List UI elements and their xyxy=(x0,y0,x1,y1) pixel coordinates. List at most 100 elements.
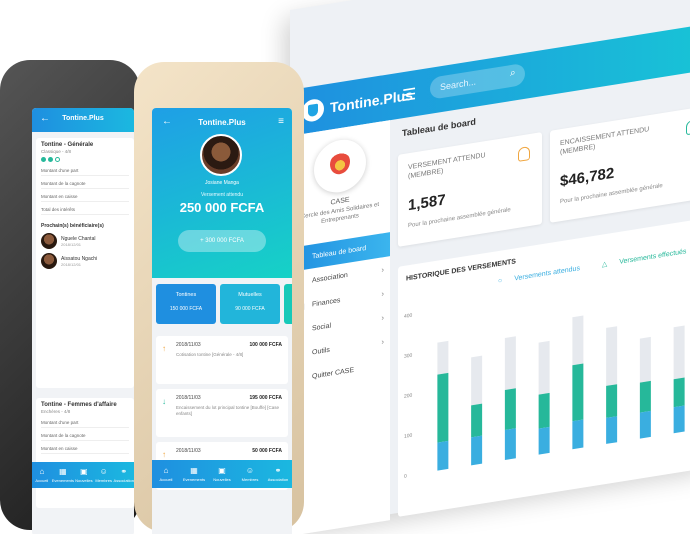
tontine-row: Montant de la cagnote xyxy=(41,181,129,189)
chevron-right-icon: › xyxy=(381,312,384,323)
tab-nouvelles[interactable]: ▣ Nouvelles xyxy=(74,462,94,488)
card-value: $46,782 xyxy=(560,164,615,191)
triangle-icon: △ xyxy=(601,260,608,269)
bar-versements-effectues[interactable] xyxy=(572,363,584,422)
tab-accueil[interactable]: ⌂ Accueil xyxy=(32,462,52,488)
summary-tiles: Tontines 150 000 FCFA Mutuelles 90 000 FCFA xyxy=(156,284,292,328)
bar-versements-attendus[interactable] xyxy=(504,428,516,460)
bar-versements-effectues[interactable] xyxy=(673,377,685,408)
bar-total[interactable] xyxy=(639,336,651,383)
bar-versements-attendus[interactable] xyxy=(606,416,618,444)
sidebar-menu: ⌂Tableau de board⚭Association›▤Finances›… xyxy=(290,232,390,392)
beneficiary-1[interactable]: Nguele Chantal 2018/12/01 xyxy=(41,233,129,249)
bar-total[interactable] xyxy=(437,340,449,375)
brand-name: Tontine.Plus xyxy=(330,86,413,116)
beneficiary-name: Nguele Chantal xyxy=(61,235,96,242)
card-versement-attendu: Versement attendu (membre) 1,587 Pour la… xyxy=(398,132,542,247)
bar-total[interactable] xyxy=(673,325,685,380)
sidebar: CASE Cercle des Amis Solidaires et Entre… xyxy=(290,120,390,534)
group-icon: ⚭ xyxy=(120,466,128,476)
arrow-up-icon: ↑ xyxy=(162,344,166,353)
arrow-down-icon: ↓ xyxy=(162,397,166,406)
tontine-card-generale[interactable]: Tontine - Générale Classique - 4/8 Monta… xyxy=(36,138,134,388)
transaction-amount: 100 000 FCFA xyxy=(249,342,282,348)
calendar-icon: ▦ xyxy=(190,465,198,475)
summary-tile[interactable]: Tontines 150 000 FCFA xyxy=(156,284,216,324)
tontine-row: Montant en caisse xyxy=(41,446,129,454)
tontine-subtitle: Classique - 4/8 xyxy=(41,149,72,154)
user-icon: ☺ xyxy=(245,465,255,475)
phone2-title: Tontine.Plus xyxy=(198,118,246,127)
tab-evenements[interactable]: ▦ Evenements xyxy=(180,460,208,488)
user-icon xyxy=(686,119,690,136)
bar-versements-attendus[interactable] xyxy=(538,426,550,455)
transaction-item[interactable]: ↓ 2018/11/03 195 000 FCFA Encaissement du l… xyxy=(156,389,288,437)
tab-association[interactable]: ⚭ Association xyxy=(114,462,134,488)
bar-versements-effectues[interactable] xyxy=(639,380,651,413)
transaction-item[interactable]: ↑ 2018/11/03 100 000 FCFA Cotisation tontin… xyxy=(156,336,288,384)
tab-membres[interactable]: ☺ Membres xyxy=(236,460,264,488)
desktop-dashboard: Tontine.Plus ☰ ⌕ CASE Cercle des Amis So… xyxy=(290,0,690,534)
tab-accueil[interactable]: ⌂ Accueil xyxy=(152,460,180,488)
hamburger-menu-icon[interactable]: ☰ xyxy=(402,84,416,106)
sidebar-item-label: Social xyxy=(312,321,332,333)
add-amount-button[interactable]: + 300 000 FCFA xyxy=(178,230,266,252)
bar-versements-attendus[interactable] xyxy=(471,435,483,466)
bar-total[interactable] xyxy=(504,336,516,390)
transaction-description: Encaissement du lot principal tontine [B… xyxy=(176,405,279,416)
bar-total[interactable] xyxy=(538,340,550,395)
bar-versements-attendus[interactable] xyxy=(639,410,651,439)
tab-label: Nouvelles xyxy=(75,477,93,483)
beneficiary-2[interactable]: Aissatou Ngachi 2018/12/01 xyxy=(41,253,129,269)
menu-icon[interactable]: ≡ xyxy=(278,116,284,127)
y-tick-label: 200 xyxy=(404,393,413,400)
bar-versements-effectues[interactable] xyxy=(606,384,618,418)
card-label: Encaissement attendu (membre) xyxy=(560,126,650,157)
card-label: Versement attendu (membre) xyxy=(408,152,486,181)
y-tick-label: 400 xyxy=(404,313,413,320)
tab-association[interactable]: ⚭ Association xyxy=(264,460,292,488)
phone1-title: Tontine.Plus xyxy=(62,115,104,122)
beneficiary-date: 2018/12/01 xyxy=(61,261,82,267)
bar-versements-attendus[interactable] xyxy=(572,419,584,450)
tile-value: 150 000 FCFA xyxy=(169,306,203,312)
bar-versements-effectues[interactable] xyxy=(504,388,516,430)
user-icon: ☺ xyxy=(99,466,108,476)
expected-label: Versement attendu xyxy=(201,192,243,198)
tab-label: Association xyxy=(267,476,289,482)
bar-versements-effectues[interactable] xyxy=(538,392,550,429)
group-icon: ⚭ xyxy=(274,465,282,475)
summary-tile[interactable]: Mutuelles 90 000 FCFA xyxy=(220,284,280,324)
bar-total[interactable] xyxy=(606,326,618,386)
phone-gold: ← Tontine.Plus ≡ Josiane Manga Versement… xyxy=(134,62,304,534)
transaction-amount: 195 000 FCFA xyxy=(249,395,282,401)
phone1-tabbar: ⌂ Accueil ▦ Evenements ▣ Nouvelles ☺ Membres ⚭ As… xyxy=(32,462,134,488)
main-content: Tableau de board Versement attendu (memb… xyxy=(390,69,690,520)
chevron-right-icon: › xyxy=(381,336,384,347)
arrow-up-icon: ↑ xyxy=(162,450,166,459)
news-icon: ▣ xyxy=(218,465,226,475)
user-icon xyxy=(518,145,530,162)
tab-evenements[interactable]: ▦ Evenements xyxy=(52,462,74,488)
card-encaissement-attendu: Encaissement attendu (membre) $46,782 Po… xyxy=(550,105,690,223)
beneficiary-name: Aissatou Ngachi xyxy=(61,255,98,262)
bar-chart: 400 300 200 100 0 xyxy=(404,313,685,480)
tab-membres[interactable]: ☺ Membres xyxy=(94,462,114,488)
bar-versements-attendus[interactable] xyxy=(437,440,449,471)
tontine-rows: Montant d'une part Montant de la cagnote M… xyxy=(41,420,129,454)
summary-tile[interactable] xyxy=(284,284,292,324)
bar-versements-effectues[interactable] xyxy=(471,403,483,438)
bar-total[interactable] xyxy=(572,315,584,366)
bar-total[interactable] xyxy=(471,355,483,406)
bar-versements-effectues[interactable] xyxy=(437,372,449,443)
sidebar-item-label: Outils xyxy=(312,346,330,357)
bar-versements-attendus[interactable] xyxy=(673,405,685,434)
tontine-row: Montant en caisse xyxy=(41,194,129,202)
brand-logo[interactable]: Tontine.Plus xyxy=(302,83,413,125)
search-icon[interactable]: ⌕ xyxy=(510,67,516,79)
sidebar-item-label: Quitter CASE xyxy=(312,366,355,381)
tontine-row: Total des intérêts xyxy=(41,207,129,215)
tab-nouvelles[interactable]: ▣ Nouvelles xyxy=(208,460,236,488)
tontine-card-femmes[interactable]: Tontine - Femmes d'affaire Enchères - 4/… xyxy=(36,398,134,508)
tab-label: Nouvelles xyxy=(213,476,231,482)
